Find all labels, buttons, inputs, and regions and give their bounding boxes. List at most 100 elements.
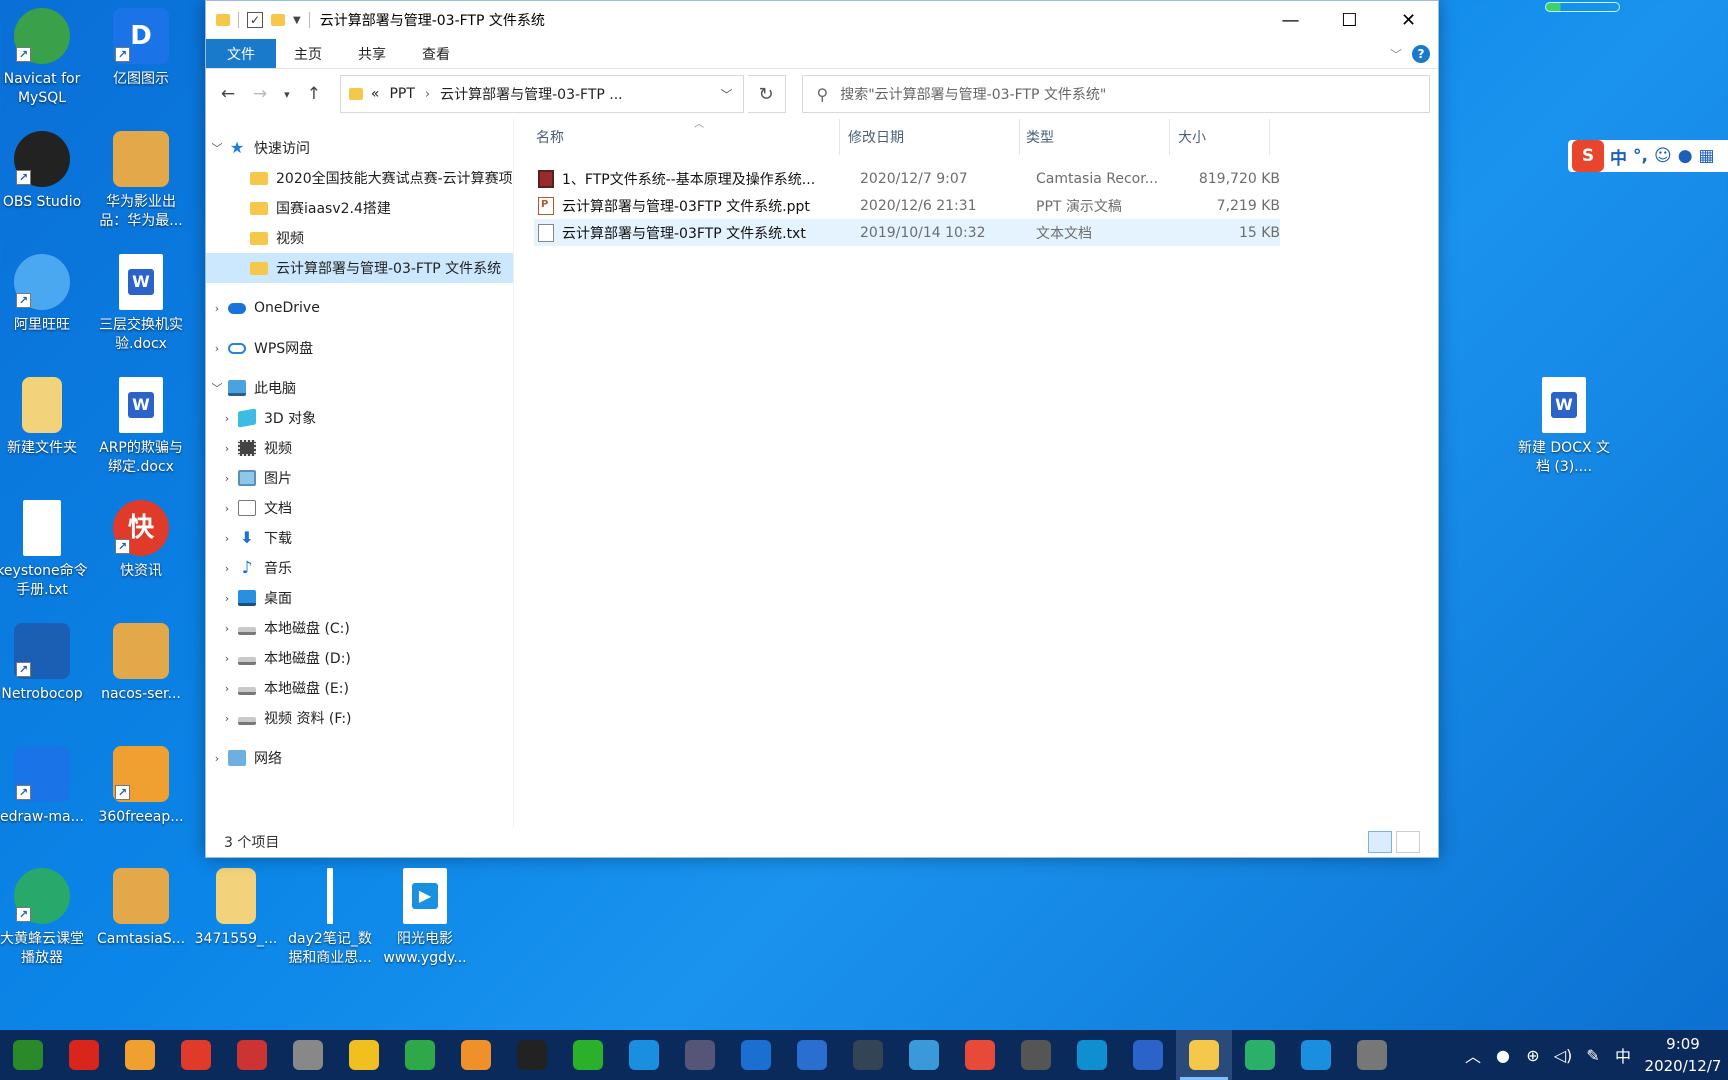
- chevron-right-icon[interactable]: ›: [216, 622, 238, 635]
- file-row[interactable]: 云计算部署与管理-03FTP 文件系统.txt 2019/10/14 10:32…: [534, 219, 1280, 246]
- breadcrumb-ppt[interactable]: PPT: [389, 86, 414, 102]
- ime-mode[interactable]: 中: [1610, 144, 1627, 169]
- column-size[interactable]: 大小: [1170, 119, 1270, 155]
- taskbar-app-button[interactable]: [560, 1030, 616, 1080]
- search-box[interactable]: ⚲ 搜索"云计算部署与管理-03-FTP 文件系统": [801, 75, 1430, 113]
- nav-item-quick-3[interactable]: 云计算部署与管理-03-FTP 文件系统: [206, 253, 513, 283]
- microphone-icon[interactable]: ●: [1678, 146, 1693, 166]
- taskbar-app-button[interactable]: [1344, 1030, 1400, 1080]
- microphone-icon[interactable]: ●: [1488, 1046, 1518, 1065]
- nav-item-quick-2[interactable]: 视频: [206, 223, 513, 253]
- properties-icon[interactable]: ✓: [247, 12, 263, 28]
- column-name[interactable]: 名称: [514, 119, 840, 155]
- forward-button[interactable]: →: [246, 79, 274, 109]
- desktop-icon-360freeap[interactable]: ↗ 360freeap...: [93, 746, 189, 827]
- minimize-button[interactable]: —: [1261, 1, 1320, 39]
- volume-icon[interactable]: ◁): [1548, 1046, 1578, 1065]
- chevron-right-icon[interactable]: ›: [216, 652, 238, 665]
- up-button[interactable]: ↑: [300, 79, 328, 109]
- file-row[interactable]: 1、FTP文件系统--基本原理及操作系统... 2020/12/7 9:07 C…: [534, 165, 1280, 192]
- chevron-right-icon[interactable]: ›: [216, 712, 238, 725]
- taskbar-app-button[interactable]: [280, 1030, 336, 1080]
- taskbar-app-button[interactable]: [952, 1030, 1008, 1080]
- nav-item-documents[interactable]: › 文档: [206, 493, 513, 523]
- desktop-icon-huawei-video[interactable]: 华为影业出品：华为最...: [93, 131, 189, 231]
- taskbar-app-button[interactable]: [1008, 1030, 1064, 1080]
- nav-item-videos[interactable]: › 视频: [206, 433, 513, 463]
- recent-locations-button[interactable]: ▾: [278, 79, 296, 109]
- close-button[interactable]: ✕: [1379, 1, 1438, 39]
- nav-item-this-pc[interactable]: ﹀ 此电脑: [206, 373, 513, 403]
- nav-item-quick-access[interactable]: ﹀ ★ 快速访问: [206, 133, 513, 163]
- clock[interactable]: 9:09 2020/12/7: [1638, 1033, 1728, 1077]
- desktop-icon-navicat[interactable]: ↗ Navicat for MySQL: [0, 8, 90, 108]
- desktop-icon-day2-notes[interactable]: day2笔记_数据和商业思...: [282, 868, 378, 968]
- column-date[interactable]: 修改日期: [840, 119, 1020, 155]
- chevron-down-icon[interactable]: ▼: [293, 15, 301, 26]
- desktop-icon-netrobocop[interactable]: ↗ Netrobocop: [0, 623, 90, 704]
- desktop-icon-edrawsoft[interactable]: D ↗ 亿图图示: [93, 8, 189, 89]
- desktop-icon-switch-doc[interactable]: W 三层交换机实验.docx: [93, 254, 189, 354]
- desktop-icon-nacos[interactable]: nacos-ser...: [93, 623, 189, 704]
- ime-toolbar[interactable]: S 中 °, ☺ ● ▦: [1568, 140, 1728, 172]
- taskbar-app-button[interactable]: [0, 1030, 56, 1080]
- taskbar-app-button[interactable]: [56, 1030, 112, 1080]
- title-bar[interactable]: ✓ ▼ 云计算部署与管理-03-FTP 文件系统 — ☐ ✕: [206, 1, 1438, 39]
- nav-item-quick-0[interactable]: 2020全国技能大赛试点赛-云计算赛项: [206, 163, 513, 193]
- desktop-icon-edraw[interactable]: ↗ edraw-ma...: [0, 746, 90, 827]
- chevron-right-icon[interactable]: ›: [216, 682, 238, 695]
- maximize-button[interactable]: ☐: [1320, 1, 1379, 39]
- nav-item-drive-d[interactable]: › 本地磁盘 (D:): [206, 643, 513, 673]
- keyboard-icon[interactable]: ▦: [1699, 146, 1715, 166]
- chevron-right-icon[interactable]: ›: [216, 472, 238, 485]
- taskbar-app-button[interactable]: [224, 1030, 280, 1080]
- nav-item-network[interactable]: › 网络: [206, 743, 513, 773]
- tab-home[interactable]: 主页: [276, 39, 340, 68]
- chevron-right-icon[interactable]: ›: [216, 532, 238, 545]
- taskbar-app-button[interactable]: [112, 1030, 168, 1080]
- chevron-right-icon[interactable]: ›: [206, 342, 228, 355]
- nav-item-quick-1[interactable]: 国赛iaasv2.4搭建: [206, 193, 513, 223]
- nav-item-desktop[interactable]: › 桌面: [206, 583, 513, 613]
- taskbar-app-button[interactable]: [1064, 1030, 1120, 1080]
- expand-ribbon-icon[interactable]: ﹀: [1390, 46, 1402, 63]
- nav-item-wps[interactable]: › WPS网盘: [206, 333, 513, 363]
- nav-item-3d-objects[interactable]: › 3D 对象: [206, 403, 513, 433]
- breadcrumb-current[interactable]: 云计算部署与管理-03-FTP ...: [440, 84, 623, 104]
- help-icon[interactable]: ?: [1412, 45, 1430, 63]
- input-language[interactable]: 中: [1608, 1043, 1638, 1067]
- chevron-right-icon[interactable]: ›: [216, 442, 238, 455]
- tab-view[interactable]: 查看: [404, 39, 468, 68]
- taskbar-app-button[interactable]: [616, 1030, 672, 1080]
- desktop-icon-new-folder[interactable]: 新建文件夹: [0, 377, 90, 458]
- nav-item-downloads[interactable]: › ⬇ 下载: [206, 523, 513, 553]
- taskbar-app-button[interactable]: [1288, 1030, 1344, 1080]
- punctuation-icon[interactable]: °,: [1633, 146, 1648, 166]
- large-icons-view-button[interactable]: [1396, 831, 1420, 853]
- new-folder-icon[interactable]: [271, 14, 285, 26]
- chevron-down-icon[interactable]: ﹀: [206, 380, 228, 396]
- file-row[interactable]: 云计算部署与管理-03FTP 文件系统.ppt 2020/12/6 21:31 …: [534, 192, 1280, 219]
- nav-item-drive-c[interactable]: › 本地磁盘 (C:): [206, 613, 513, 643]
- chevron-right-icon[interactable]: ›: [216, 412, 238, 425]
- emoji-icon[interactable]: ☺: [1654, 146, 1672, 166]
- breadcrumb-overflow[interactable]: «: [371, 86, 380, 102]
- network-globe-icon[interactable]: ⊕: [1518, 1046, 1548, 1065]
- taskbar-app-button[interactable]: [672, 1030, 728, 1080]
- details-view-button[interactable]: [1368, 831, 1392, 853]
- back-button[interactable]: ←: [214, 79, 242, 109]
- desktop-icon-kuaizixun[interactable]: 快 ↗ 快资讯: [93, 500, 189, 581]
- taskbar-app-button[interactable]: [896, 1030, 952, 1080]
- refresh-button[interactable]: ↻: [747, 75, 786, 113]
- nav-item-drive-e[interactable]: › 本地磁盘 (E:): [206, 673, 513, 703]
- taskbar-app-button[interactable]: [784, 1030, 840, 1080]
- nav-item-music[interactable]: › ♪ 音乐: [206, 553, 513, 583]
- chevron-right-icon[interactable]: ›: [206, 302, 228, 315]
- taskbar-app-button[interactable]: [504, 1030, 560, 1080]
- chevron-right-icon[interactable]: ›: [206, 752, 228, 765]
- taskbar-app-button[interactable]: [392, 1030, 448, 1080]
- chevron-down-icon[interactable]: ﹀: [206, 140, 228, 156]
- show-hidden-icons-button[interactable]: ︿: [1458, 1043, 1488, 1067]
- taskbar-app-button[interactable]: [1120, 1030, 1176, 1080]
- taskbar-app-button[interactable]: [448, 1030, 504, 1080]
